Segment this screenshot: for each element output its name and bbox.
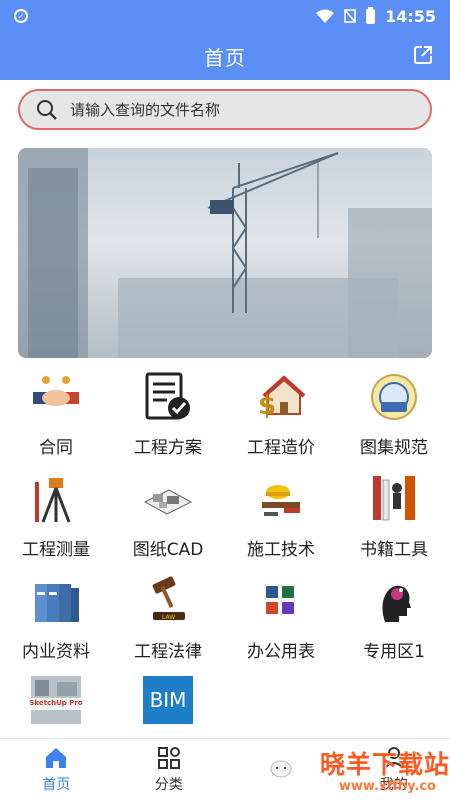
grid-item-special-zone[interactable]: 专用区1 <box>338 570 450 670</box>
tab-label: 分类 <box>154 777 183 793</box>
watermark-text: 晓羊下载站 <box>319 750 450 779</box>
grid-item-label: 工程法律 <box>134 642 202 662</box>
sketchup-image-text: SketchUp Pro <box>29 699 83 707</box>
svg-text:LAW: LAW <box>162 614 175 621</box>
crane-illustration <box>18 148 432 358</box>
grid-item-label: 书籍工具 <box>360 540 428 560</box>
watermark-url: www.xffhy.co <box>338 779 436 794</box>
home-icon <box>46 748 67 768</box>
grid-item-label: 图纸CAD <box>132 540 204 560</box>
grid-item-cost[interactable]: $ 工程造价 <box>225 366 337 466</box>
sheep-icon <box>270 760 292 778</box>
tab-category[interactable]: 分类 <box>113 739 226 800</box>
search-bar[interactable]: 请输入查询的文件名称 <box>18 89 432 130</box>
books-icon <box>367 472 421 526</box>
grid-item-books[interactable]: 书籍工具 <box>338 468 450 568</box>
grid-item-contract[interactable]: 合同 <box>0 366 112 466</box>
grid-item-office-forms[interactable]: 办公用表 <box>225 570 337 670</box>
status-time: 14:55 <box>385 6 436 26</box>
grid-item-label: 专用区1 <box>363 642 425 662</box>
house-money-icon: $ <box>254 370 308 424</box>
app-bar: 首页 <box>0 32 450 80</box>
category-icon <box>157 747 180 769</box>
battery-icon <box>366 6 376 24</box>
watermark: 晓羊下载站 www.xffhy.co <box>319 745 450 794</box>
head-idea-icon <box>367 574 421 628</box>
cad-drawing-icon <box>141 472 195 526</box>
grid-item-construction-tech[interactable]: 施工技术 <box>225 468 337 568</box>
grid-item-survey[interactable]: 工程测量 <box>0 468 112 568</box>
grid-item-internal-docs[interactable]: 内业资料 <box>0 570 112 670</box>
svg-text:$: $ <box>258 391 276 421</box>
tab-label: 首页 <box>42 777 71 793</box>
banner-image[interactable] <box>18 148 432 358</box>
grid-item-law[interactable]: LAW 工程法律 <box>112 570 224 670</box>
search-placeholder: 请输入查询的文件名称 <box>70 101 221 119</box>
atlas-seal-icon <box>367 370 421 424</box>
shield-icon: ✓ <box>14 9 28 23</box>
share-icon[interactable] <box>412 44 434 66</box>
grid-item-label: 施工技术 <box>247 540 315 560</box>
grid-item-label: 内业资料 <box>22 642 90 662</box>
binders-icon <box>29 574 83 628</box>
tools-icon <box>254 472 308 526</box>
bim-image-text: BIM <box>149 688 187 712</box>
search-icon <box>37 99 57 120</box>
document-check-icon <box>141 370 195 424</box>
sketchup-icon: SketchUp Pro <box>29 676 83 724</box>
grid-item-atlas[interactable]: 图集规范 <box>338 366 450 466</box>
grid-item-label: 合同 <box>39 438 73 458</box>
wifi-icon <box>316 9 335 23</box>
bim-icon: BIM <box>143 676 193 724</box>
handshake-icon <box>29 370 83 424</box>
office-apps-icon <box>254 574 308 628</box>
page-title: 首页 <box>204 45 246 70</box>
grid-item-label: 工程方案 <box>134 438 202 458</box>
grid-item-label: 办公用表 <box>247 642 315 662</box>
grid-item-label: 工程造价 <box>247 438 315 458</box>
grid-item-cad[interactable]: 图纸CAD <box>112 468 224 568</box>
gavel-icon: LAW <box>141 574 195 628</box>
surveying-tripod-icon <box>29 472 83 526</box>
grid-item-label: 图集规范 <box>360 438 428 458</box>
tab-home[interactable]: 首页 <box>0 739 113 800</box>
status-bar: ✓ 14:55 <box>0 0 450 32</box>
grid-item-plan[interactable]: 工程方案 <box>112 366 224 466</box>
grid-item-label: 工程测量 <box>22 540 90 560</box>
sim-icon <box>344 9 356 23</box>
